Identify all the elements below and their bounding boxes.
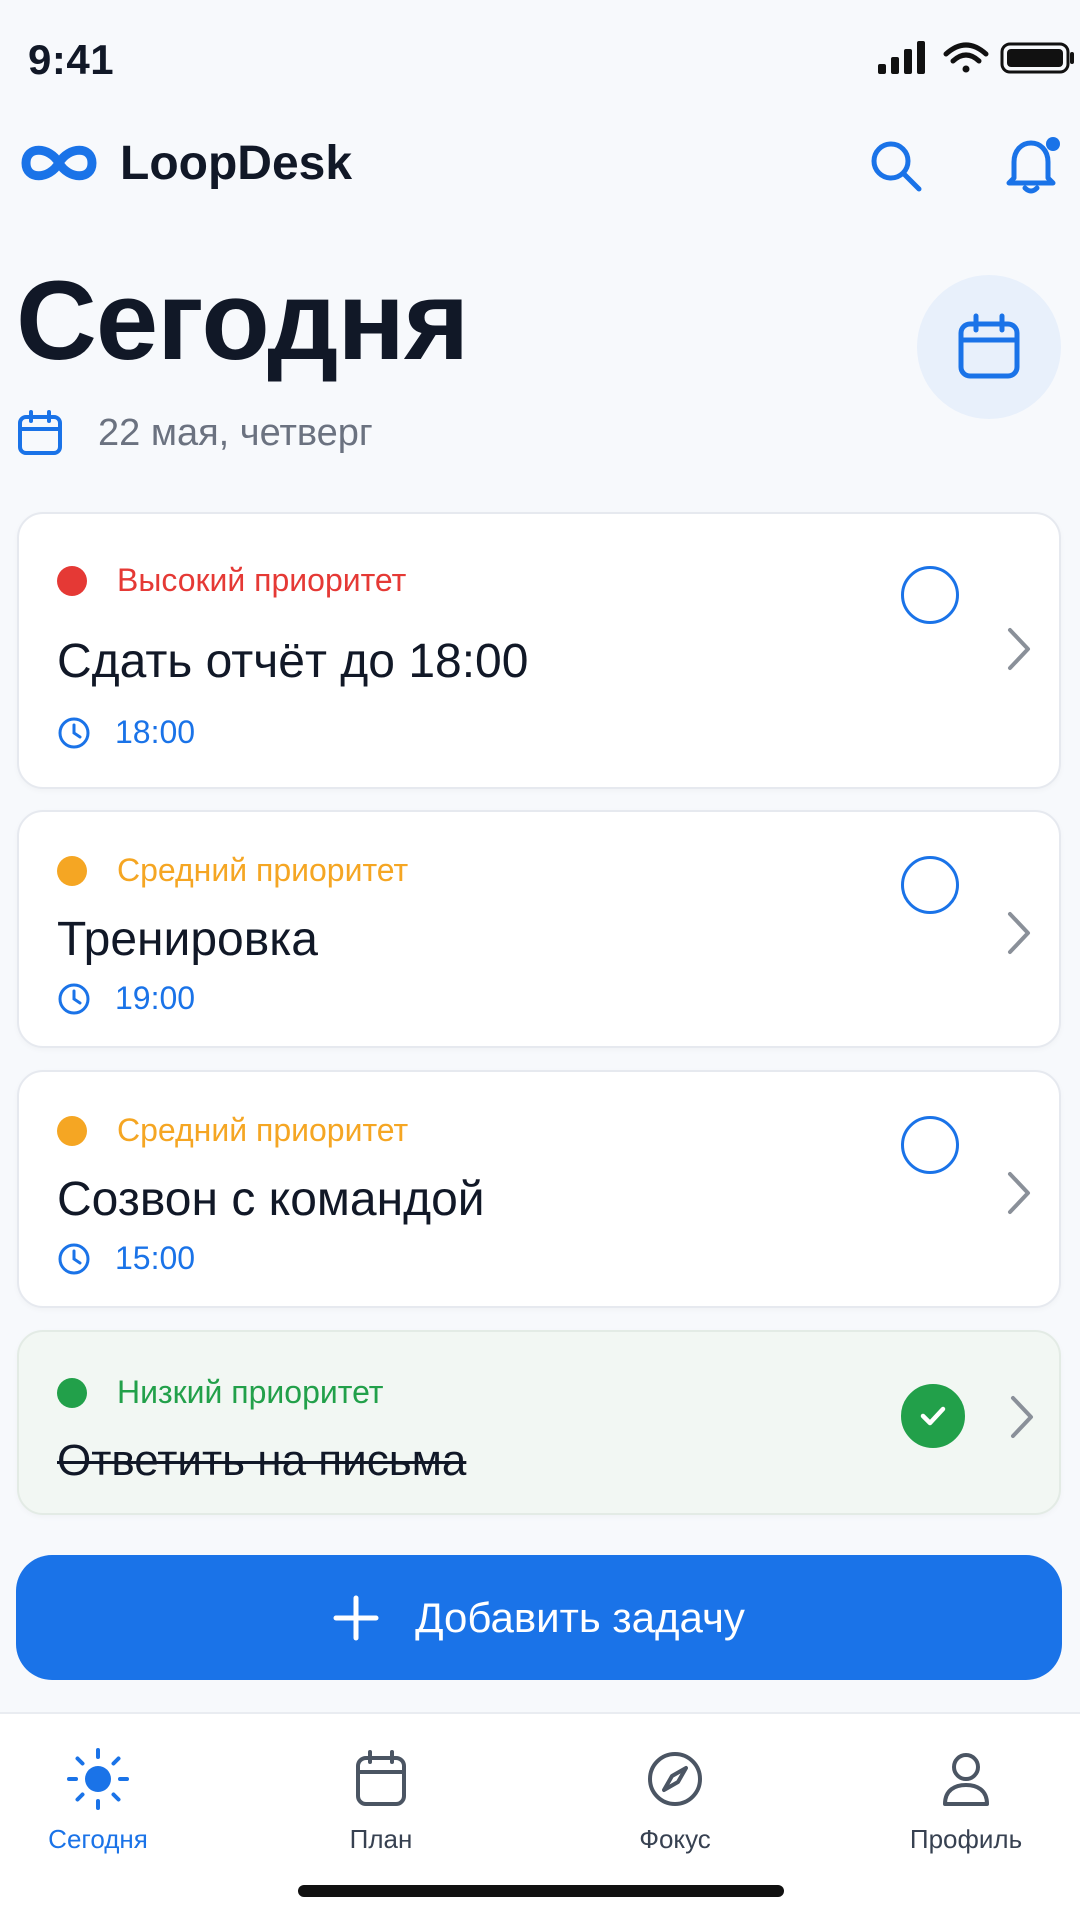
task-card[interactable]: Средний приоритет Тренировка 19:00 (17, 810, 1061, 1048)
task-title: Сдать отчёт до 18:00 (57, 635, 529, 688)
task-time: 15:00 (57, 1240, 195, 1277)
calendar-icon (356, 1750, 406, 1806)
priority-text: Низкий приоритет (117, 1374, 384, 1410)
nav-label: План (349, 1824, 413, 1854)
task-card[interactable]: Средний приоритет Созвон с командой 15:0… (17, 1070, 1061, 1308)
clock-icon (58, 717, 90, 748)
nav-item-focus[interactable]: Фокус (575, 1744, 775, 1864)
complete-checkbox[interactable] (901, 856, 959, 914)
priority-text: Средний приоритет (117, 1112, 409, 1148)
priority-dot (57, 565, 87, 596)
add-task-label: Добавить задачу (415, 1593, 745, 1641)
task-time-text: 15:00 (115, 1240, 196, 1276)
task-card[interactable]: Высокий приоритет Сдать отчёт до 18:00 1… (17, 512, 1061, 789)
app-name: LoopDesk (120, 137, 353, 190)
clock-icon (58, 983, 90, 1014)
status-time: 9:41 (28, 36, 115, 83)
nav-label: Профиль (909, 1824, 1023, 1854)
task-time: 19:00 (57, 980, 195, 1017)
calendar-icon (958, 313, 1020, 379)
status-icons (870, 38, 1080, 78)
calendar-small-icon (18, 410, 62, 455)
nav-item-profile[interactable]: Профиль (866, 1744, 1066, 1864)
app-header: LoopDesk (0, 120, 1080, 210)
complete-checkbox-checked[interactable] (901, 1384, 965, 1448)
bell-icon (1006, 137, 1060, 194)
complete-checkbox[interactable] (901, 566, 959, 624)
notifications-button[interactable] (998, 130, 1068, 200)
calendar-button[interactable] (917, 275, 1061, 419)
search-icon (871, 141, 922, 192)
priority-text: Высокий приоритет (117, 562, 407, 598)
priority-label: Средний приоритет (57, 852, 408, 889)
task-title: Ответить на письма (57, 1436, 467, 1485)
plus-icon (333, 1595, 379, 1640)
notification-dot (1046, 137, 1060, 151)
nav-label: Сегодня (48, 1824, 148, 1854)
sun-icon (67, 1748, 129, 1810)
nav-item-today[interactable]: Сегодня (0, 1744, 198, 1864)
person-icon (943, 1753, 989, 1806)
priority-label: Средний приоритет (57, 1112, 408, 1149)
home-indicator (298, 1885, 784, 1897)
task-time-text: 19:00 (115, 980, 196, 1016)
task-title: Созвон с командой (57, 1173, 485, 1226)
checkmark-icon (920, 1406, 946, 1426)
clock-icon (58, 1243, 90, 1274)
priority-text: Средний приоритет (117, 852, 409, 888)
task-title: Тренировка (57, 913, 318, 966)
chevron-right-icon[interactable] (1004, 626, 1034, 672)
wifi-icon (943, 42, 989, 73)
cellular-signal-icon (878, 41, 925, 74)
priority-label: Высокий приоритет (57, 562, 406, 599)
compass-icon (648, 1752, 702, 1806)
loop-logo-icon (21, 145, 97, 181)
priority-label: Низкий приоритет (57, 1374, 383, 1411)
page-title: Сегодня (16, 258, 469, 383)
complete-checkbox[interactable] (901, 1116, 959, 1174)
search-button[interactable] (860, 130, 930, 200)
priority-dot (57, 1377, 87, 1408)
today-screen: 9:41 LoopDesk Сегодня 22 мая, четверг Вы… (0, 0, 1080, 1920)
chevron-right-icon[interactable] (1007, 1394, 1037, 1440)
add-task-button[interactable]: Добавить задачу (16, 1555, 1062, 1680)
status-bar: 9:41 (0, 0, 1080, 120)
task-time-text: 18:00 (115, 714, 196, 750)
nav-label: Фокус (639, 1824, 711, 1854)
chevron-right-icon[interactable] (1004, 910, 1034, 956)
priority-dot (57, 855, 87, 886)
date-row: 22 мая, четверг (16, 405, 373, 461)
chevron-right-icon[interactable] (1004, 1170, 1034, 1216)
current-date: 22 мая, четверг (98, 411, 373, 454)
task-time: 18:00 (57, 714, 195, 751)
priority-dot (57, 1115, 87, 1146)
battery-icon (1000, 42, 1074, 74)
task-card-completed[interactable]: Низкий приоритет Ответить на письма (17, 1330, 1061, 1515)
nav-item-plan[interactable]: План (281, 1744, 481, 1864)
